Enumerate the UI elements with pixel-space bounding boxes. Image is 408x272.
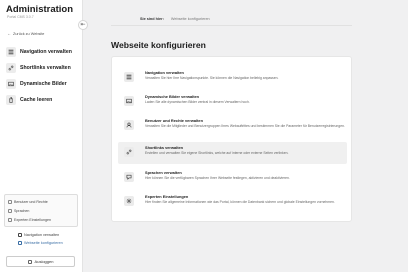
link-icon <box>124 147 134 157</box>
config-item-title: Shortlinks verwalten <box>145 145 184 150</box>
settings-icon <box>18 241 22 245</box>
config-item-expert-settings[interactable]: Experten Einstellungen Hier finden Sie a… <box>118 191 347 216</box>
nav-item-label: Cache leeren <box>20 97 53 103</box>
list-icon <box>18 233 22 237</box>
collapse-sidebar-button[interactable]: ⇤ <box>78 20 88 30</box>
link-icon <box>6 63 16 73</box>
breadcrumb-page[interactable]: Webseite konfigurieren <box>171 17 210 21</box>
settings-icon <box>8 217 12 222</box>
sidebar-box-label: Benutzer und Rechte <box>14 199 48 204</box>
logout-icon <box>27 259 32 264</box>
sidebar-link-label: Navigation verwalten <box>24 233 60 237</box>
config-item-shortlinks[interactable]: Shortlinks verwalten Erstellen und verwa… <box>118 142 347 164</box>
trash-icon <box>6 95 16 105</box>
nav-item-navigation[interactable]: Navigation verwalten <box>6 46 72 58</box>
sidebar-box-label: Experten Einstellungen <box>14 217 51 222</box>
config-item-title: Experten Einstellungen <box>145 194 189 199</box>
breadcrumb: Sie sind hier: Webseite konfigurieren <box>140 17 210 21</box>
nav-item-shortlinks[interactable]: Shortlinks verwalten <box>6 62 71 74</box>
users-icon <box>124 120 134 130</box>
sidebar-link-navigation[interactable]: Navigation verwalten <box>18 233 59 237</box>
chat-icon <box>8 208 12 213</box>
sidebar-link-label: Webseite konfigurieren <box>24 241 63 245</box>
config-item-title: Sprachen verwalten <box>145 170 182 175</box>
config-item-description: Hier finden Sie allgemeine Informationen… <box>145 200 335 204</box>
sidebar-link-configure[interactable]: Webseite konfigurieren <box>18 241 63 245</box>
sidebar-box-item-languages[interactable]: Sprachen <box>8 206 74 215</box>
image-icon <box>124 96 134 106</box>
config-item-users[interactable]: Benutzer und Rechte verwalten Verwalten … <box>118 115 347 140</box>
back-link-label: Zurück zu Website <box>13 32 45 36</box>
config-item-title: Dynamische Bilder verwalten <box>145 94 200 99</box>
nav-item-label: Shortlinks verwalten <box>20 65 71 71</box>
image-icon <box>6 79 16 89</box>
config-item-description: Laden Sie alle dynamischen Bilder zentra… <box>145 100 250 104</box>
sidebar-box-item-expert[interactable]: Experten Einstellungen <box>8 215 74 224</box>
sidebar-box-item-users[interactable]: Benutzer und Rechte <box>8 197 74 206</box>
config-item-title: Benutzer und Rechte verwalten <box>145 118 203 123</box>
config-card: Navigation verwalten Verwalten Sie hier … <box>111 56 352 222</box>
collapse-icon: ⇤ <box>80 22 86 28</box>
config-item-languages[interactable]: Sprachen verwalten Hier können Sie die v… <box>118 167 347 189</box>
config-item-description: Verwalten Sie die Mitglieder und Benutze… <box>145 124 345 128</box>
users-icon <box>8 199 12 204</box>
config-item-navigation[interactable]: Navigation verwalten Verwalten Sie hier … <box>118 67 347 89</box>
config-item-description: Erstellen und verwalten Sie eigene Short… <box>145 151 289 155</box>
logout-label: Ausloggen <box>34 259 54 264</box>
app-version: Portal CMS 3.0.7 <box>7 15 34 19</box>
sidebar-box-label: Sprachen <box>14 208 30 213</box>
sidebar: Administration Portal CMS 3.0.7 ← Zurück … <box>0 0 83 272</box>
nav-item-clear-cache[interactable]: Cache leeren <box>6 94 52 106</box>
nav-item-label: Dynamische Bilder <box>20 81 67 87</box>
config-item-dynamic-images[interactable]: Dynamische Bilder verwalten Laden Sie al… <box>118 91 347 113</box>
arrow-left-icon: ← <box>7 31 11 36</box>
logout-button[interactable]: Ausloggen <box>6 256 75 267</box>
page-title: Webseite konfigurieren <box>111 40 206 50</box>
settings-icon <box>124 196 134 206</box>
config-item-title: Navigation verwalten <box>145 70 184 75</box>
app-title: Administration <box>6 4 74 15</box>
list-icon <box>6 47 16 57</box>
nav-item-label: Navigation verwalten <box>20 49 72 55</box>
nav-item-dynamic-images[interactable]: Dynamische Bilder <box>6 78 67 90</box>
config-item-description: Verwalten Sie hier Ihre Navigationspunkt… <box>145 76 279 80</box>
config-item-description: Hier können Sie die verfügbaren Sprachen… <box>145 176 290 180</box>
header-divider <box>111 25 352 26</box>
sidebar-settings-box: Benutzer und Rechte Sprachen Experten Ei… <box>4 194 78 227</box>
breadcrumb-current: Sie sind hier: <box>140 17 164 21</box>
breadcrumb-separator <box>167 17 168 21</box>
chat-icon <box>124 172 134 182</box>
list-icon <box>124 72 134 82</box>
back-to-website-link[interactable]: ← Zurück zu Website <box>7 31 44 36</box>
